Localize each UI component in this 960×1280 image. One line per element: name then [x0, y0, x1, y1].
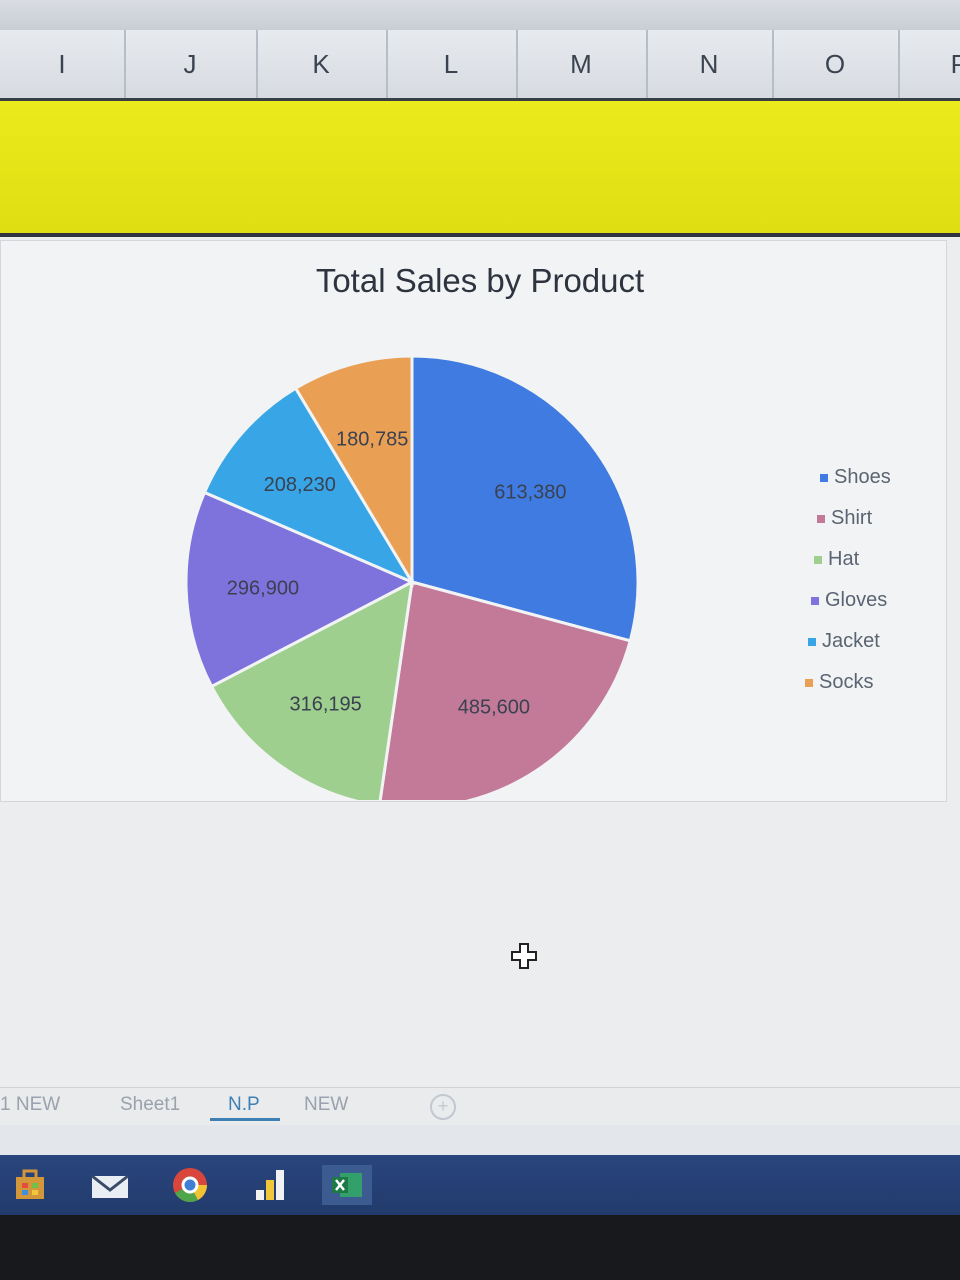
status-bar	[0, 1125, 960, 1155]
column-header-j[interactable]: J	[124, 30, 258, 98]
legend-item-socks[interactable]: Socks	[805, 671, 873, 694]
column-header-row: I J K L M N O P	[0, 30, 960, 101]
screen-bezel-top	[0, 0, 960, 30]
pie-chart[interactable]: 613,380 485,600 316,195 296,900 208,230 180,7…	[0, 240, 960, 800]
highlighted-cell-range[interactable]	[0, 101, 960, 237]
legend-swatch	[808, 637, 816, 646]
column-letter: M	[570, 48, 592, 79]
legend-label: Shirt	[831, 507, 873, 529]
screen-bezel-bottom	[0, 1215, 960, 1280]
legend-item-hat[interactable]: Hat	[814, 548, 859, 571]
data-label-socks[interactable]: 180,785	[336, 428, 408, 450]
data-label-gloves[interactable]: 296,900	[227, 577, 299, 599]
column-letter: J	[183, 48, 197, 79]
store-icon[interactable]	[10, 1167, 50, 1203]
legend-swatch	[814, 555, 822, 564]
legend-label: Socks	[819, 671, 874, 693]
add-sheet-icon[interactable]: +	[430, 1094, 456, 1120]
column-letter: I	[58, 48, 66, 79]
column-header-k[interactable]: K	[256, 30, 388, 98]
legend-item-shoes[interactable]: Shoes	[820, 466, 891, 489]
mail-icon[interactable]	[90, 1167, 130, 1203]
data-label-hat[interactable]: 316,195	[289, 694, 361, 716]
column-header-o[interactable]: O	[772, 30, 900, 98]
legend-swatch	[811, 596, 819, 605]
sheet-tab-new[interactable]: NEW	[304, 1094, 348, 1116]
column-header-n[interactable]: N	[646, 30, 774, 98]
column-header-i[interactable]: I	[0, 30, 126, 98]
legend-item-gloves[interactable]: Gloves	[811, 589, 887, 612]
column-letter: P	[950, 48, 960, 79]
data-label-jacket[interactable]: 208,230	[264, 474, 336, 496]
column-letter: L	[443, 48, 459, 79]
column-header-l[interactable]: L	[386, 30, 518, 98]
move-cross-icon	[511, 943, 537, 969]
legend-label: Jacket	[822, 630, 880, 652]
legend-item-shirt[interactable]: Shirt	[817, 507, 872, 530]
legend-swatch	[817, 514, 825, 523]
chrome-icon[interactable]	[170, 1167, 210, 1203]
column-letter: O	[824, 48, 846, 79]
sheet-tab-1-new[interactable]: 1 NEW	[0, 1094, 60, 1116]
column-letter: N	[699, 48, 719, 79]
data-label-shirt[interactable]: 485,600	[458, 697, 530, 719]
chart-app-icon[interactable]	[250, 1167, 290, 1203]
column-header-m[interactable]: M	[516, 30, 648, 98]
windows-taskbar	[0, 1155, 960, 1215]
sheet-tab-np[interactable]: N.P	[210, 1094, 280, 1121]
sheet-tabs-bar: 1 NEW Sheet1 N.P NEW +	[0, 1087, 960, 1126]
excel-icon[interactable]	[322, 1165, 372, 1205]
column-header-p[interactable]: P	[898, 30, 960, 98]
sheet-tab-sheet1[interactable]: Sheet1	[120, 1094, 180, 1116]
legend-item-jacket[interactable]: Jacket	[808, 630, 880, 653]
legend-label: Hat	[828, 548, 860, 570]
column-letter: K	[312, 48, 330, 79]
legend-label: Shoes	[834, 466, 891, 488]
legend-swatch	[805, 678, 813, 687]
legend-swatch	[820, 473, 828, 482]
data-label-shoes[interactable]: 613,380	[494, 481, 566, 503]
legend-label: Gloves	[825, 589, 888, 611]
